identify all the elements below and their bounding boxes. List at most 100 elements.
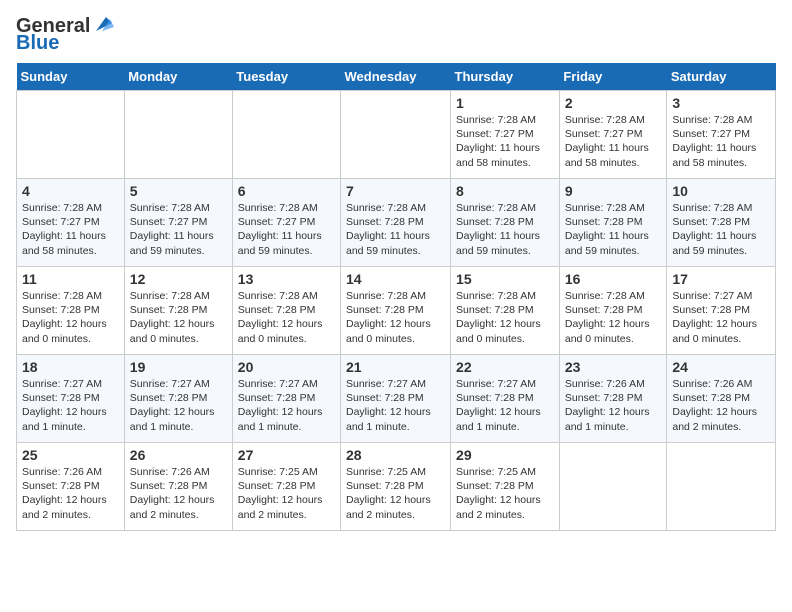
calendar-cell [124,91,232,179]
day-info: Sunrise: 7:27 AM Sunset: 7:28 PM Dayligh… [672,289,770,346]
weekday-header-sunday: Sunday [17,63,125,91]
calendar-cell: 2 Sunrise: 7:28 AM Sunset: 7:27 PM Daylig… [559,91,667,179]
calendar-cell [667,443,776,531]
calendar-cell [232,91,340,179]
day-info: Sunrise: 7:28 AM Sunset: 7:27 PM Dayligh… [456,113,554,170]
calendar-cell: 20 Sunrise: 7:27 AM Sunset: 7:28 PM Dayli… [232,355,340,443]
weekday-header-friday: Friday [559,63,667,91]
day-info: Sunrise: 7:28 AM Sunset: 7:28 PM Dayligh… [456,289,554,346]
day-info: Sunrise: 7:28 AM Sunset: 7:27 PM Dayligh… [238,201,335,258]
weekday-header-thursday: Thursday [451,63,560,91]
day-info: Sunrise: 7:27 AM Sunset: 7:28 PM Dayligh… [130,377,227,434]
calendar-cell: 6 Sunrise: 7:28 AM Sunset: 7:27 PM Daylig… [232,179,340,267]
day-info: Sunrise: 7:28 AM Sunset: 7:28 PM Dayligh… [346,289,445,346]
day-number: 14 [346,271,445,287]
day-number: 3 [672,95,770,111]
day-number: 9 [565,183,662,199]
day-number: 7 [346,183,445,199]
day-number: 16 [565,271,662,287]
day-info: Sunrise: 7:26 AM Sunset: 7:28 PM Dayligh… [565,377,662,434]
calendar-cell: 15 Sunrise: 7:28 AM Sunset: 7:28 PM Dayli… [451,267,560,355]
day-info: Sunrise: 7:26 AM Sunset: 7:28 PM Dayligh… [130,465,227,522]
weekday-header-wednesday: Wednesday [341,63,451,91]
day-number: 27 [238,447,335,463]
weekday-header-saturday: Saturday [667,63,776,91]
day-number: 13 [238,271,335,287]
day-number: 21 [346,359,445,375]
calendar-cell: 7 Sunrise: 7:28 AM Sunset: 7:28 PM Daylig… [341,179,451,267]
day-number: 17 [672,271,770,287]
day-info: Sunrise: 7:28 AM Sunset: 7:27 PM Dayligh… [130,201,227,258]
calendar-cell: 21 Sunrise: 7:27 AM Sunset: 7:28 PM Dayli… [341,355,451,443]
day-info: Sunrise: 7:27 AM Sunset: 7:28 PM Dayligh… [238,377,335,434]
logo-text-blue: Blue [16,32,59,55]
day-info: Sunrise: 7:25 AM Sunset: 7:28 PM Dayligh… [238,465,335,522]
day-info: Sunrise: 7:28 AM Sunset: 7:28 PM Dayligh… [565,289,662,346]
day-number: 8 [456,183,554,199]
calendar-cell [341,91,451,179]
logo: General Blue [16,16,114,55]
weekday-header-tuesday: Tuesday [232,63,340,91]
day-number: 10 [672,183,770,199]
day-number: 23 [565,359,662,375]
calendar-cell: 26 Sunrise: 7:26 AM Sunset: 7:28 PM Dayli… [124,443,232,531]
day-number: 28 [346,447,445,463]
calendar-cell: 17 Sunrise: 7:27 AM Sunset: 7:28 PM Dayli… [667,267,776,355]
day-info: Sunrise: 7:27 AM Sunset: 7:28 PM Dayligh… [346,377,445,434]
day-number: 18 [22,359,119,375]
day-number: 26 [130,447,227,463]
weekday-header-monday: Monday [124,63,232,91]
calendar-cell: 8 Sunrise: 7:28 AM Sunset: 7:28 PM Daylig… [451,179,560,267]
calendar-cell: 14 Sunrise: 7:28 AM Sunset: 7:28 PM Dayli… [341,267,451,355]
calendar-cell: 3 Sunrise: 7:28 AM Sunset: 7:27 PM Daylig… [667,91,776,179]
calendar-table: SundayMondayTuesdayWednesdayThursdayFrid… [16,63,776,531]
calendar-cell: 12 Sunrise: 7:28 AM Sunset: 7:28 PM Dayli… [124,267,232,355]
day-number: 24 [672,359,770,375]
day-number: 22 [456,359,554,375]
day-number: 25 [22,447,119,463]
day-info: Sunrise: 7:25 AM Sunset: 7:28 PM Dayligh… [456,465,554,522]
day-info: Sunrise: 7:28 AM Sunset: 7:28 PM Dayligh… [346,201,445,258]
calendar-cell: 27 Sunrise: 7:25 AM Sunset: 7:28 PM Dayli… [232,443,340,531]
calendar-cell: 23 Sunrise: 7:26 AM Sunset: 7:28 PM Dayli… [559,355,667,443]
day-number: 15 [456,271,554,287]
day-number: 1 [456,95,554,111]
day-info: Sunrise: 7:26 AM Sunset: 7:28 PM Dayligh… [672,377,770,434]
day-number: 5 [130,183,227,199]
day-number: 20 [238,359,335,375]
day-number: 12 [130,271,227,287]
day-info: Sunrise: 7:28 AM Sunset: 7:28 PM Dayligh… [130,289,227,346]
calendar-cell [559,443,667,531]
calendar-cell: 11 Sunrise: 7:28 AM Sunset: 7:28 PM Dayli… [17,267,125,355]
day-info: Sunrise: 7:25 AM Sunset: 7:28 PM Dayligh… [346,465,445,522]
calendar-cell: 16 Sunrise: 7:28 AM Sunset: 7:28 PM Dayli… [559,267,667,355]
day-info: Sunrise: 7:27 AM Sunset: 7:28 PM Dayligh… [456,377,554,434]
day-info: Sunrise: 7:28 AM Sunset: 7:28 PM Dayligh… [456,201,554,258]
day-info: Sunrise: 7:27 AM Sunset: 7:28 PM Dayligh… [22,377,119,434]
day-info: Sunrise: 7:28 AM Sunset: 7:28 PM Dayligh… [238,289,335,346]
day-number: 19 [130,359,227,375]
calendar-cell: 28 Sunrise: 7:25 AM Sunset: 7:28 PM Dayli… [341,443,451,531]
calendar-cell: 9Sunrise: 7:28 AM Sunset: 7:28 PM Daylig… [559,179,667,267]
calendar-cell: 5 Sunrise: 7:28 AM Sunset: 7:27 PM Daylig… [124,179,232,267]
day-info: Sunrise: 7:28 AM Sunset: 7:27 PM Dayligh… [672,113,770,170]
calendar-cell: 29 Sunrise: 7:25 AM Sunset: 7:28 PM Dayli… [451,443,560,531]
calendar-cell: 18 Sunrise: 7:27 AM Sunset: 7:28 PM Dayli… [17,355,125,443]
calendar-cell: 1 Sunrise: 7:28 AM Sunset: 7:27 PM Daylig… [451,91,560,179]
day-number: 2 [565,95,662,111]
page-header: General Blue [16,16,776,55]
calendar-cell [17,91,125,179]
day-number: 29 [456,447,554,463]
day-info: Sunrise: 7:28 AM Sunset: 7:27 PM Dayligh… [22,201,119,258]
calendar-cell: 19 Sunrise: 7:27 AM Sunset: 7:28 PM Dayli… [124,355,232,443]
day-info: Sunrise: 7:28 AM Sunset: 7:27 PM Dayligh… [565,113,662,170]
calendar-cell: 4 Sunrise: 7:28 AM Sunset: 7:27 PM Daylig… [17,179,125,267]
calendar-cell: 10 Sunrise: 7:28 AM Sunset: 7:28 PM Dayli… [667,179,776,267]
day-info: Sunrise: 7:28 AM Sunset: 7:28 PM Dayligh… [672,201,770,258]
day-number: 11 [22,271,119,287]
calendar-cell: 24 Sunrise: 7:26 AM Sunset: 7:28 PM Dayli… [667,355,776,443]
day-number: 4 [22,183,119,199]
day-number: 6 [238,183,335,199]
day-info: Sunrise: 7:26 AM Sunset: 7:28 PM Dayligh… [22,465,119,522]
day-info: Sunrise: 7:28 AM Sunset: 7:28 PM Dayligh… [22,289,119,346]
